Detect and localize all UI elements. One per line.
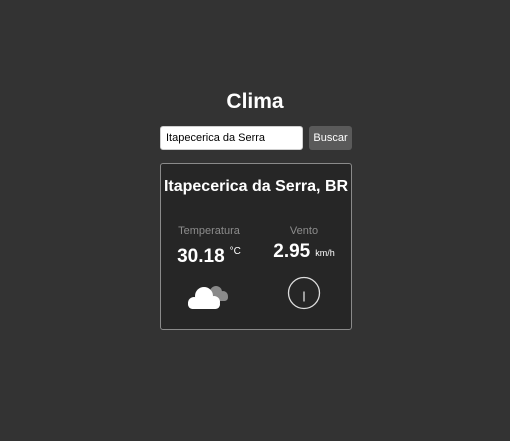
wind-reading: 2.95 km/h (256, 241, 352, 264)
temperature-reading: 30.18 °C (161, 241, 257, 269)
city-search-input[interactable] (160, 126, 303, 150)
temperature-section: Temperatura 30.18 °C (161, 225, 257, 269)
wind-direction-icon (287, 276, 321, 310)
cloud-icon (188, 286, 228, 309)
search-bar: Buscar (160, 126, 352, 150)
wind-unit: km/h (315, 248, 335, 258)
search-button[interactable]: Buscar (309, 126, 352, 150)
temperature-unit: °C (229, 246, 241, 257)
wind-value: 2.95 (273, 241, 311, 262)
page-title: Clima (226, 90, 284, 113)
wind-section: Vento 2.95 km/h (256, 225, 352, 264)
weather-app: Clima Buscar Itapecerica da Serra, BR Te… (0, 0, 510, 441)
city-name: Itapecerica da Serra, BR (163, 178, 349, 195)
temperature-value: 30.18 (177, 246, 225, 267)
wind-label: Vento (289, 225, 319, 237)
weather-card: Itapecerica da Serra, BR Temperatura 30.… (160, 163, 352, 330)
temperature-label: Temperatura (178, 225, 240, 237)
